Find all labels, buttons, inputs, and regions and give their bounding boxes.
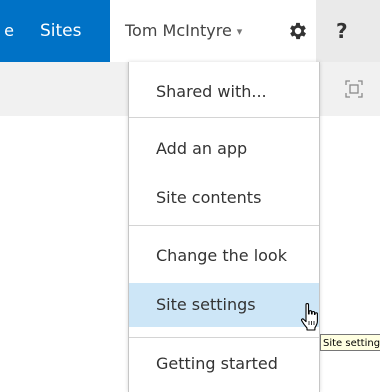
truncated-nav-link[interactable]: e bbox=[0, 0, 14, 62]
help-area bbox=[316, 0, 380, 62]
menu-item-add-an-app[interactable]: Add an app bbox=[129, 127, 319, 171]
user-menu-button[interactable]: Tom McIntyre ▾ bbox=[125, 0, 242, 62]
suite-bar: e Sites Tom McIntyre ▾ ? bbox=[0, 0, 380, 62]
menu-separator bbox=[129, 337, 319, 338]
menu-separator bbox=[129, 225, 319, 226]
hand-pointer-icon bbox=[300, 303, 318, 331]
gear-icon[interactable] bbox=[287, 20, 309, 42]
settings-dropdown-menu: Shared with... Add an app Site contents … bbox=[128, 62, 320, 392]
menu-item-getting-started[interactable]: Getting started bbox=[129, 342, 319, 386]
chevron-down-icon: ▾ bbox=[236, 25, 243, 38]
menu-item-change-the-look[interactable]: Change the look bbox=[129, 234, 319, 278]
help-button[interactable]: ? bbox=[336, 0, 348, 62]
sites-link[interactable]: Sites bbox=[40, 0, 82, 62]
site-settings-tooltip: Site settings bbox=[320, 334, 380, 351]
menu-item-shared-with[interactable]: Shared with... bbox=[129, 70, 319, 114]
user-name: Tom McIntyre bbox=[125, 21, 232, 40]
menu-item-site-settings[interactable]: Site settings bbox=[129, 283, 319, 327]
menu-separator bbox=[129, 117, 319, 118]
menu-item-site-contents[interactable]: Site contents bbox=[129, 176, 319, 220]
focus-on-content-icon[interactable] bbox=[345, 80, 363, 98]
